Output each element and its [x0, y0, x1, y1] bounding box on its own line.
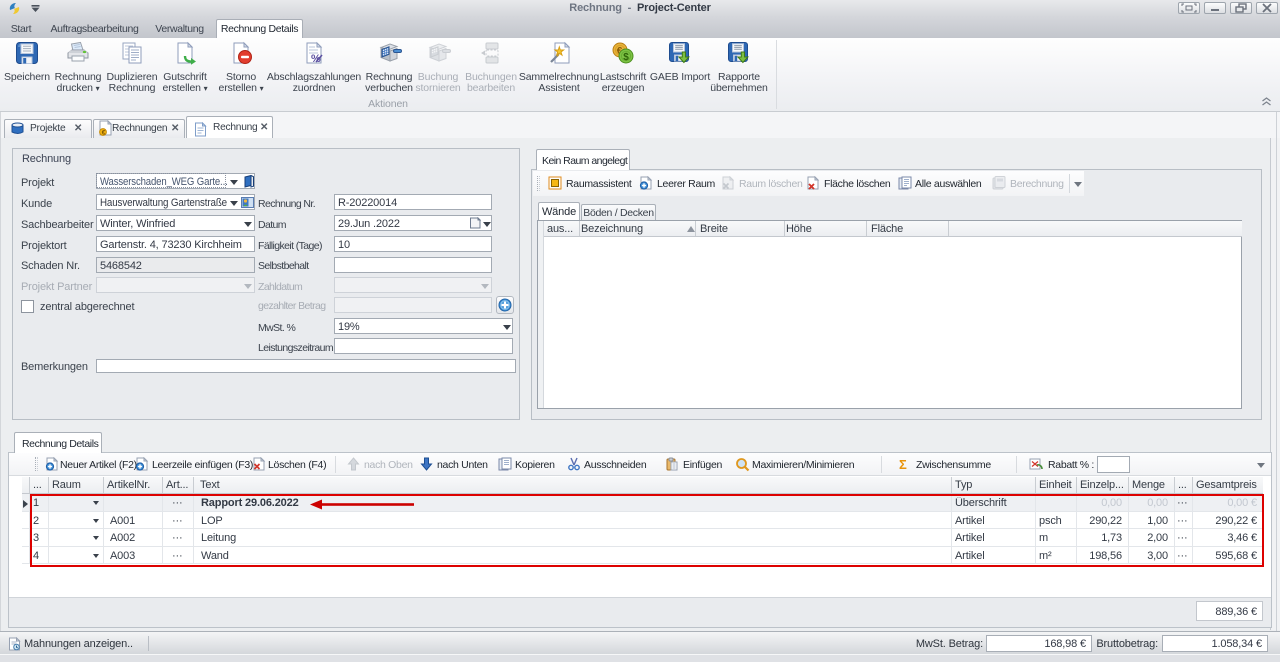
svg-text:$: $: [623, 52, 629, 63]
svg-text:€: €: [102, 130, 106, 136]
